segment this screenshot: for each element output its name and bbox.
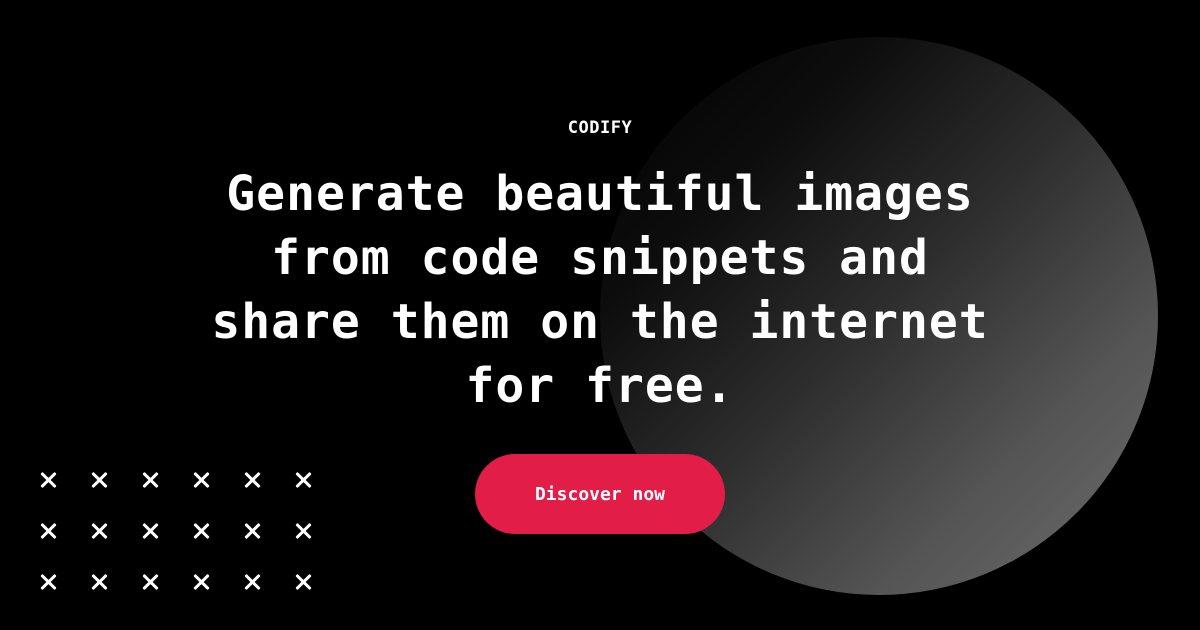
headline-line: share them on the internet: [211, 294, 989, 350]
x-mark-icon: [138, 468, 162, 492]
x-mark-pattern: [36, 468, 342, 621]
headline-line: for free.: [465, 358, 735, 414]
x-mark-icon: [138, 519, 162, 543]
x-mark-icon: [240, 519, 264, 543]
x-mark-icon: [189, 519, 213, 543]
x-mark-icon: [138, 570, 162, 594]
x-mark-icon: [36, 468, 60, 492]
headline-line: Generate beautiful images: [226, 166, 974, 222]
discover-now-button[interactable]: Discover now: [475, 454, 725, 534]
x-mark-icon: [240, 570, 264, 594]
x-mark-icon: [36, 519, 60, 543]
x-mark-icon: [189, 570, 213, 594]
x-mark-icon: [87, 570, 111, 594]
x-mark-icon: [87, 468, 111, 492]
x-mark-icon: [36, 570, 60, 594]
headline-line: from code snippets and: [271, 230, 929, 286]
brand-logo: CODIFY: [567, 118, 633, 138]
hero-headline: Generate beautiful images from code snip…: [0, 162, 1200, 418]
x-mark-icon: [87, 519, 111, 543]
x-mark-icon: [240, 468, 264, 492]
x-mark-icon: [189, 468, 213, 492]
x-mark-icon: [291, 519, 315, 543]
x-mark-icon: [291, 468, 315, 492]
x-mark-icon: [291, 570, 315, 594]
